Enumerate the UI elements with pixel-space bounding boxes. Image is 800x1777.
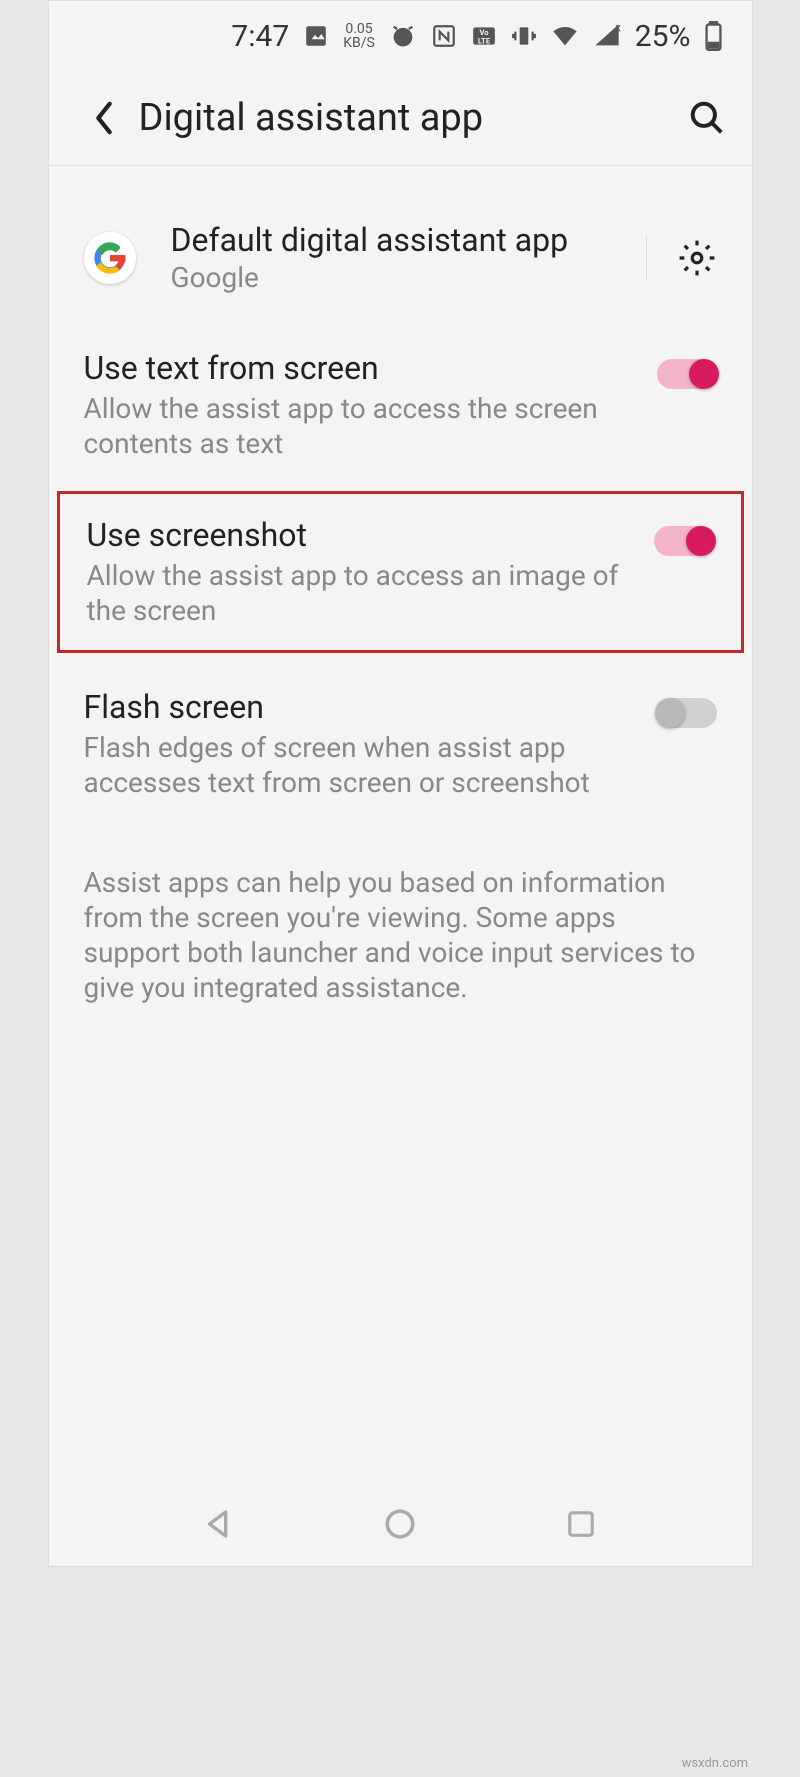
watermark: wsxdn.com xyxy=(682,1756,748,1771)
signal-icon: x xyxy=(593,22,621,50)
volte-icon: VoLTE xyxy=(471,23,497,49)
chevron-left-icon xyxy=(93,101,115,135)
network-speed-indicator: 0.05 KB/S xyxy=(343,22,375,50)
page-title: Digital assistant app xyxy=(124,96,682,140)
toggle-flash-screen[interactable] xyxy=(657,698,717,728)
setting-text: Use text from screen Allow the assist ap… xyxy=(84,349,657,461)
assistant-settings-button[interactable] xyxy=(672,239,722,277)
setting-use-text[interactable]: Use text from screen Allow the assist ap… xyxy=(49,319,752,486)
speed-value: 0.05 xyxy=(345,22,372,36)
google-icon xyxy=(84,232,136,284)
square-recent-icon xyxy=(566,1509,596,1539)
svg-text:x: x xyxy=(615,22,621,34)
nav-home-button[interactable] xyxy=(380,1504,420,1544)
nfc-icon xyxy=(431,23,457,49)
status-bar: 7:47 0.05 KB/S VoLTE x 25% xyxy=(49,1,752,71)
circle-home-icon xyxy=(383,1507,417,1541)
toggle-knob xyxy=(689,359,719,389)
toggle-use-screenshot[interactable] xyxy=(654,526,714,556)
toggle-knob xyxy=(655,698,685,728)
speed-unit: KB/S xyxy=(343,36,375,50)
battery-icon xyxy=(705,21,722,51)
nav-bar xyxy=(49,1481,752,1566)
nav-recent-button[interactable] xyxy=(561,1504,601,1544)
toggle-use-text[interactable] xyxy=(657,359,717,389)
default-assistant-row[interactable]: Default digital assistant app Google xyxy=(49,201,752,319)
setting-title: Flash screen xyxy=(84,688,637,726)
content: Default digital assistant app Google Use… xyxy=(49,166,752,1005)
vibrate-icon xyxy=(511,23,537,49)
setting-desc: Allow the assist app to access an image … xyxy=(87,558,634,628)
back-button[interactable] xyxy=(84,101,124,135)
assistant-title: Default digital assistant app xyxy=(171,221,621,259)
footer-description: Assist apps can help you based on inform… xyxy=(49,825,752,1005)
alarm-icon xyxy=(389,22,417,50)
battery-percentage: 25% xyxy=(635,19,691,54)
gear-icon xyxy=(678,239,716,277)
nav-back-button[interactable] xyxy=(199,1504,239,1544)
triangle-back-icon xyxy=(203,1508,235,1540)
toggle-knob xyxy=(686,526,716,556)
setting-text: Use screenshot Allow the assist app to a… xyxy=(87,516,654,628)
svg-text:Vo: Vo xyxy=(479,28,489,37)
setting-flash-screen[interactable]: Flash screen Flash edges of screen when … xyxy=(49,658,752,825)
search-button[interactable] xyxy=(682,99,732,137)
setting-text: Flash screen Flash edges of screen when … xyxy=(84,688,657,800)
setting-desc: Allow the assist app to access the scree… xyxy=(84,391,637,461)
svg-text:LTE: LTE xyxy=(478,37,491,46)
divider xyxy=(646,235,647,280)
header: Digital assistant app xyxy=(49,71,752,166)
assistant-text: Default digital assistant app Google xyxy=(171,221,621,294)
picture-icon xyxy=(303,23,329,49)
phone-frame: 7:47 0.05 KB/S VoLTE x 25% xyxy=(48,0,753,1567)
setting-desc: Flash edges of screen when assist app ac… xyxy=(84,730,637,800)
wifi-icon xyxy=(551,22,579,50)
setting-title: Use text from screen xyxy=(84,349,637,387)
setting-use-screenshot-highlighted[interactable]: Use screenshot Allow the assist app to a… xyxy=(57,491,744,653)
setting-title: Use screenshot xyxy=(87,516,634,554)
search-icon xyxy=(688,99,726,137)
status-time: 7:47 xyxy=(231,19,289,54)
assistant-subtitle: Google xyxy=(171,261,621,294)
